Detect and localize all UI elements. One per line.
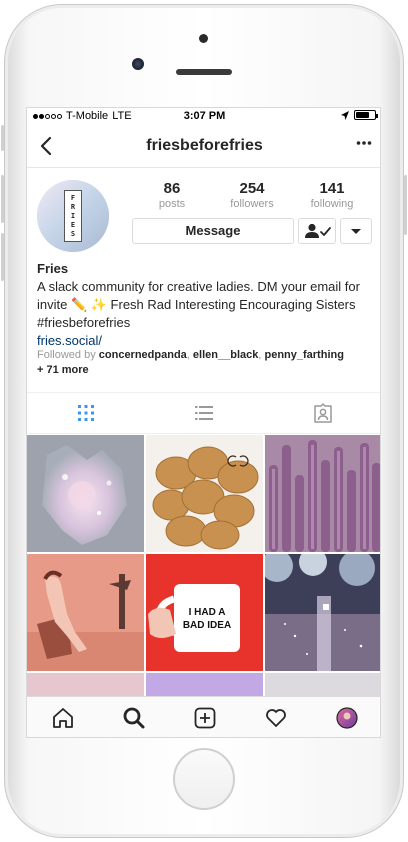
post-thumbnail[interactable] <box>265 435 380 552</box>
caret-down-icon <box>351 229 361 234</box>
avatar-logo-tag: FRIES <box>64 190 82 242</box>
tab-grid-view[interactable] <box>27 393 145 433</box>
earpiece-speaker <box>176 69 232 75</box>
stat-label: following <box>310 198 354 210</box>
stat-posts[interactable]: 86 posts <box>132 180 212 210</box>
avatar-text: FRIES <box>70 193 76 238</box>
post-thumbnail[interactable] <box>27 435 144 552</box>
follower-name[interactable]: penny_farthing <box>264 349 343 361</box>
stat-followers[interactable]: 254 followers <box>212 180 292 210</box>
grid-icon <box>78 405 95 421</box>
tagged-person-icon <box>314 403 332 423</box>
followed-by-prefix: Followed by <box>37 349 96 361</box>
status-time: 3:07 PM <box>183 110 226 122</box>
list-icon <box>195 406 214 420</box>
status-bar: T-Mobile LTE 3:07 PM <box>27 108 380 124</box>
tab-search[interactable] <box>98 697 169 737</box>
pink-room-photo <box>27 554 144 671</box>
bottom-tab-bar <box>27 696 380 737</box>
profile-header: friesbeforefries <box>27 124 380 168</box>
profile-bio: Fries A slack community for creative lad… <box>37 260 375 350</box>
view-tabs <box>27 392 380 434</box>
person-check-icon <box>305 223 331 238</box>
tab-activity[interactable] <box>240 697 311 737</box>
stat-value: 86 <box>163 180 181 197</box>
profile-name: Fries <box>37 261 69 276</box>
tab-profile[interactable] <box>311 697 380 737</box>
following-button[interactable] <box>298 218 336 244</box>
follower-name[interactable]: concernedpanda <box>99 349 187 361</box>
proximity-sensor <box>132 58 144 70</box>
bio-text: A slack community for creative ladies. D… <box>37 279 360 330</box>
volume-down-button <box>1 233 4 281</box>
photo-grid: I HAD A BAD IDEA <box>27 435 380 699</box>
volume-up-button <box>1 175 4 223</box>
add-post-icon <box>194 707 215 729</box>
location-arrow-icon <box>341 110 349 120</box>
page-title: friesbeforefries <box>146 137 263 154</box>
stat-following[interactable]: 141 following <box>292 180 372 210</box>
mug-caption-line-2: BAD IDEA <box>183 620 231 631</box>
followed-by[interactable]: Followed by concernedpanda, ellen__black… <box>37 348 377 378</box>
app-screen: T-Mobile LTE 3:07 PM friesbeforefries FR… <box>26 107 381 738</box>
tab-list-view[interactable] <box>145 393 263 433</box>
tab-add-post[interactable] <box>169 697 240 737</box>
tab-tagged-view[interactable] <box>264 393 380 433</box>
disco-balls-photo <box>265 554 380 671</box>
pancakes-photo <box>146 435 263 552</box>
profile-stats: 86 posts 254 followers 141 following <box>132 180 372 210</box>
mute-switch <box>1 125 4 151</box>
power-button <box>404 175 407 235</box>
post-thumbnail[interactable] <box>27 554 144 671</box>
message-button[interactable]: Message <box>132 218 294 244</box>
purple-cacti-photo <box>265 435 380 552</box>
profile-avatar-icon <box>335 707 358 729</box>
more-options-icon[interactable] <box>356 140 372 146</box>
post-thumbnail[interactable] <box>265 554 380 671</box>
stat-value: 254 <box>239 180 265 197</box>
post-thumbnail[interactable] <box>146 435 263 552</box>
mug-caption-line-1: I HAD A <box>189 607 226 618</box>
battery-icon <box>354 110 378 120</box>
front-camera <box>199 34 208 43</box>
glitter-hand-photo <box>27 435 144 552</box>
follower-name[interactable]: ellen__black <box>193 349 258 361</box>
profile-avatar[interactable]: FRIES <box>37 180 109 252</box>
suggestions-dropdown-button[interactable] <box>340 218 372 244</box>
tab-home[interactable] <box>27 697 98 737</box>
activity-heart-icon <box>265 709 286 727</box>
stat-label: posts <box>158 198 186 210</box>
search-icon <box>123 707 144 729</box>
followed-by-more[interactable]: + 71 more <box>37 364 89 376</box>
home-icon <box>52 708 73 728</box>
stat-value: 141 <box>319 180 345 197</box>
bad-idea-mug-photo: I HAD A BAD IDEA <box>146 554 263 671</box>
home-button[interactable] <box>173 748 235 810</box>
post-thumbnail[interactable]: I HAD A BAD IDEA <box>146 554 263 671</box>
stat-label: followers <box>230 198 274 210</box>
